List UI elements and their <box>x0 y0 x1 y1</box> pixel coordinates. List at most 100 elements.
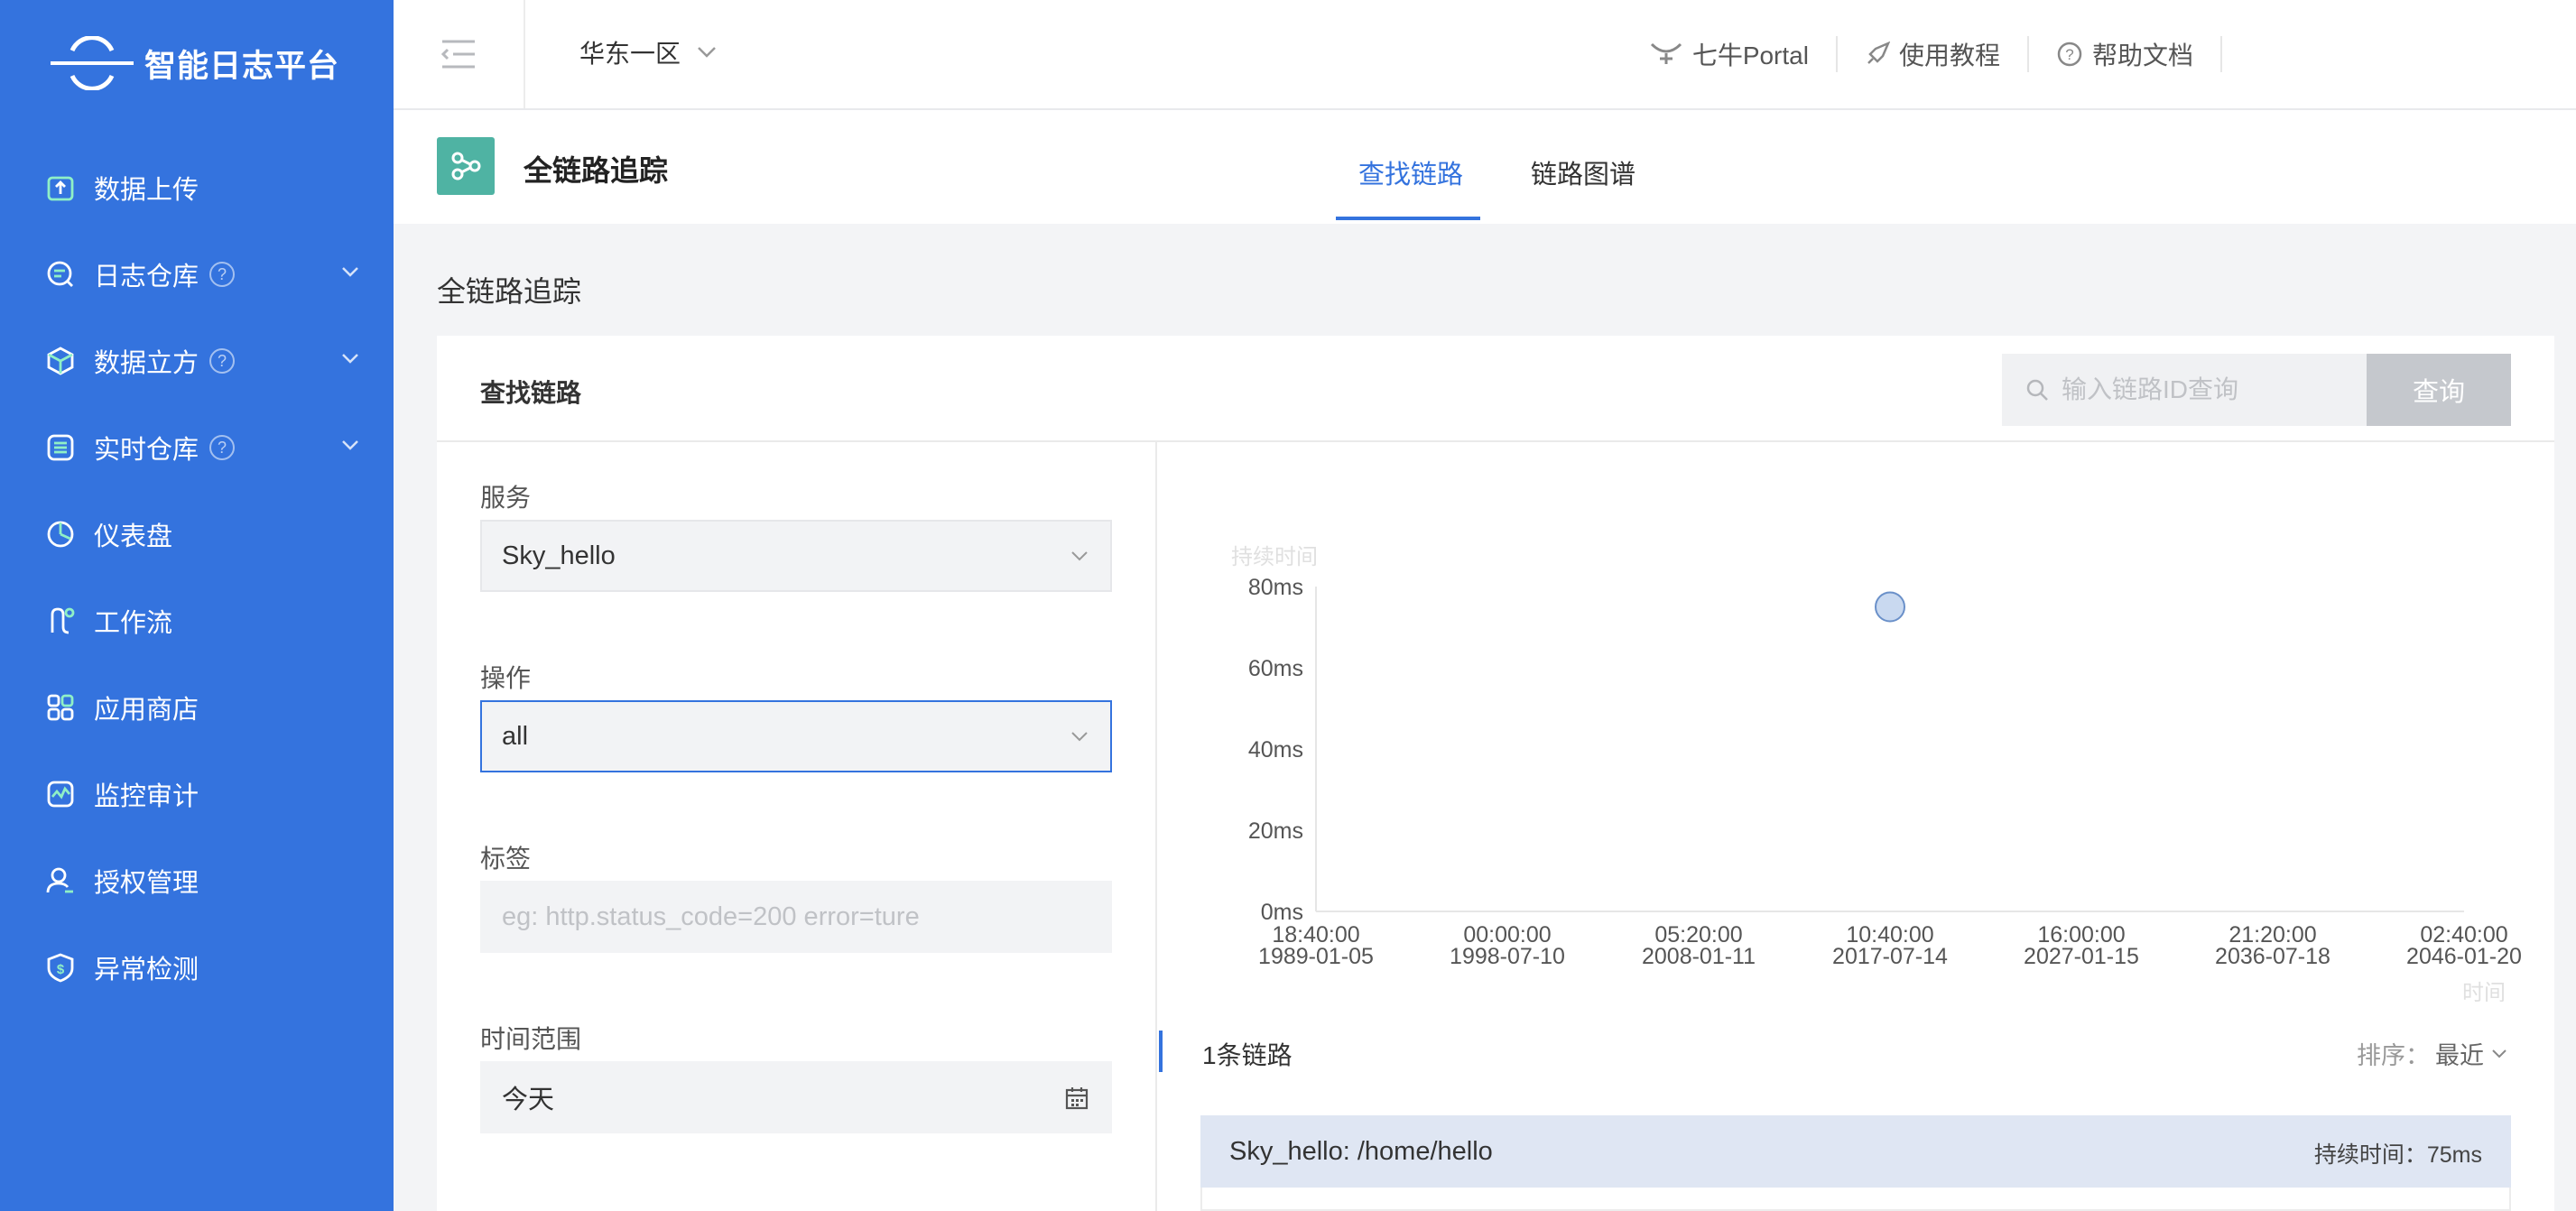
region-label: 华东一区 <box>579 40 681 68</box>
trace-duration: 持续时间：75ms <box>2313 1142 2482 1168</box>
logo[interactable]: 智能日志平台 <box>51 36 339 90</box>
sidebar-item-7[interactable]: 监控审计 <box>0 751 394 837</box>
menu-fold-icon <box>440 40 475 69</box>
x-tick-date: 2017-07-14 <box>1832 944 1948 969</box>
trace-count: 1条链路 <box>1202 1041 1293 1069</box>
sidebar-item-3[interactable]: 实时仓库? <box>0 404 394 491</box>
active-tab-indicator <box>1336 217 1480 220</box>
tags-input[interactable]: eg: http.status_code=200 error=ture <box>480 881 1112 953</box>
y-tick-label: 20ms <box>1248 818 1303 844</box>
user-auth-icon <box>45 865 76 896</box>
sidebar-item-4[interactable]: 仪表盘 <box>0 491 394 578</box>
sidebar-item-9[interactable]: $ 异常检测 <box>0 924 394 1011</box>
tutorial-label: 使用教程 <box>1898 42 2000 69</box>
x-tick-date: 2046-01-20 <box>2406 944 2522 969</box>
y-tick-label: 40ms <box>1248 737 1303 763</box>
search-icon <box>2026 379 2048 401</box>
module-header: 全链路追踪 查找链路 链路图谱 <box>394 110 2576 224</box>
sidebar-item-8[interactable]: 授权管理 <box>0 837 394 924</box>
trace-row[interactable]: Sky_hello: /home/hello 持续时间：75ms <box>1200 1115 2511 1188</box>
app-store-icon <box>45 692 76 723</box>
realtime-icon <box>45 432 76 463</box>
trace-name: Sky_hello: /home/hello <box>1229 1136 1493 1166</box>
x-tick-date: 1998-07-10 <box>1450 944 1565 969</box>
anomaly-icon: $ <box>45 952 76 983</box>
sidebar-nav: 数据上传 日志仓库? 数据立方? 实时仓库? 仪表盘 工作流 应用商店 监控审计 授权管理 $ 异常… <box>0 144 394 1011</box>
menu-toggle-button[interactable] <box>394 0 525 108</box>
duration-scatter-chart: 持续时间 时间 0ms 20ms 40ms 60ms 80ms 18:40:00 1989-… <box>1159 442 2554 1005</box>
chevron-down-icon <box>1071 551 1088 561</box>
help-circle-icon[interactable]: ? <box>209 262 236 287</box>
trace-id-input[interactable] <box>2062 375 2359 404</box>
sort-value: 最近 <box>2435 1042 2484 1069</box>
sidebar-item-label: 授权管理 <box>94 869 199 898</box>
tab-find-trace[interactable]: 查找链路 <box>1358 153 1463 191</box>
sidebar: 智能日志平台 数据上传 日志仓库? 数据立方? 实时仓库? 仪表盘 工作流 应用商店 监控审计… <box>0 0 394 1211</box>
app-name: 智能日志平台 <box>144 48 340 84</box>
svg-text:?: ? <box>2065 46 2073 63</box>
filter-panel: 服务 Sky_hello 操作 all 标签 eg: http.status_c… <box>437 442 1157 1211</box>
sort-selector[interactable]: 排序： 最近 <box>2357 1036 2507 1071</box>
sidebar-item-label: 数据立方 <box>94 349 199 378</box>
upload-icon <box>45 172 76 203</box>
tags-label: 标签 <box>480 845 532 873</box>
list-accent-bar <box>1159 1031 1163 1072</box>
chevron-down-icon <box>341 265 359 282</box>
query-button[interactable]: 查询 <box>2367 354 2511 426</box>
sidebar-item-6[interactable]: 应用商店 <box>0 664 394 751</box>
help-docs-link[interactable]: ? 帮助文档 <box>2029 36 2222 72</box>
tab-trace-graph[interactable]: 链路图谱 <box>1531 153 1635 191</box>
data-point[interactable] <box>1875 591 1905 623</box>
sidebar-item-label: 日志仓库 <box>94 263 199 291</box>
operation-select[interactable]: all <box>480 700 1112 772</box>
trace-detail-area <box>1200 1188 2511 1211</box>
card-header: 查找链路 查询 <box>437 336 2554 442</box>
time-range-picker[interactable]: 今天 <box>480 1061 1112 1133</box>
sidebar-item-0[interactable]: 数据上传 <box>0 144 394 231</box>
top-header: 华东一区 七牛Portal 使用教程 ? 帮助文档 <box>394 0 2576 110</box>
qiniu-portal-label: 七牛Portal <box>1691 42 1809 69</box>
sidebar-item-2[interactable]: 数据立方? <box>0 318 394 404</box>
sidebar-item-label: 工作流 <box>94 609 173 638</box>
sidebar-item-5[interactable]: 工作流 <box>0 578 394 664</box>
tracing-app-icon <box>437 137 495 195</box>
sidebar-item-label: 监控审计 <box>94 782 199 811</box>
logo-icon <box>51 36 134 90</box>
cube-icon <box>45 346 76 376</box>
sidebar-item-label: 异常检测 <box>94 956 199 985</box>
help-circle-icon: ? <box>2057 42 2082 67</box>
service-label: 服务 <box>480 484 532 512</box>
time-range-label: 时间范围 <box>480 1025 582 1053</box>
card-title: 查找链路 <box>480 379 582 407</box>
dashboard-icon <box>45 519 76 550</box>
time-range-value: 今天 <box>502 1086 555 1114</box>
page-title: 全链路追踪 <box>437 275 582 308</box>
help-circle-icon[interactable]: ? <box>209 435 236 460</box>
trace-graph-icon <box>451 152 481 180</box>
qiniu-portal-link[interactable]: 七牛Portal <box>1622 36 1838 72</box>
operation-label: 操作 <box>480 664 532 692</box>
monitor-icon <box>45 779 76 809</box>
region-selector[interactable]: 华东一区 <box>579 34 717 70</box>
workflow-icon <box>45 606 76 636</box>
calendar-icon <box>1065 1087 1089 1110</box>
trace-list-header: 1条链路 排序： 最近 <box>1159 1031 2554 1085</box>
rocket-icon <box>1867 42 1890 64</box>
log-repo-icon <box>45 259 76 290</box>
x-tick-date: 2027-01-15 <box>2024 944 2139 969</box>
header-links: 七牛Portal 使用教程 ? 帮助文档 <box>1622 0 2576 108</box>
trace-id-search <box>2002 354 2367 426</box>
tags-placeholder: eg: http.status_code=200 error=ture <box>502 901 920 931</box>
sidebar-item-1[interactable]: 日志仓库? <box>0 231 394 318</box>
help-circle-icon[interactable]: ? <box>209 348 236 374</box>
service-select[interactable]: Sky_hello <box>480 520 1112 592</box>
tutorial-link[interactable]: 使用教程 <box>1838 36 2029 72</box>
chart-ylabel: 持续时间 <box>1231 545 1318 569</box>
find-trace-card: 查找链路 查询 服务 Sky_hello 操作 all 标签 eg: <box>437 336 2554 1211</box>
chevron-down-icon <box>1071 732 1088 742</box>
x-tick-date: 1989-01-05 <box>1258 944 1374 969</box>
sort-label: 排序： <box>2357 1042 2430 1069</box>
chevron-down-icon <box>2492 1049 2507 1058</box>
sidebar-item-label: 实时仓库 <box>94 436 199 465</box>
y-tick-label: 60ms <box>1248 656 1303 681</box>
